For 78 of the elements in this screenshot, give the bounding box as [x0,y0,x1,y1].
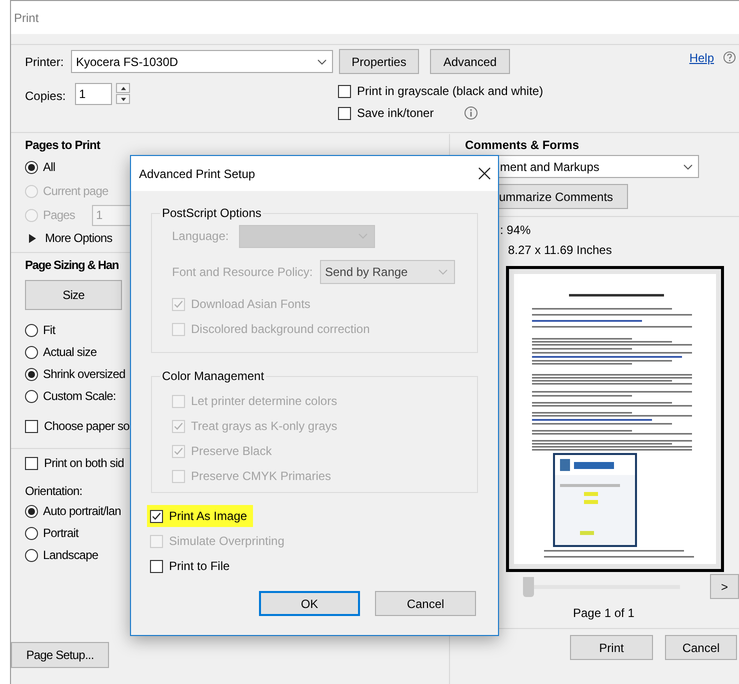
checkbox[interactable] [25,456,38,470]
group-title: Color Management [161,368,266,385]
chevron-down-icon [683,162,693,172]
section-title: Page Sizing & Han [25,257,118,274]
section-title: Comments & Forms [465,137,580,154]
page-setup-button[interactable]: Page Setup... [11,642,109,668]
checkbox-label: Print in grayscale (black and white) [357,83,544,100]
radio-label: All [43,159,56,176]
cancel-button[interactable]: Cancel [375,591,476,616]
size-button[interactable]: Size [25,280,122,310]
checkbox[interactable] [338,106,351,120]
triangle-up-icon [120,86,126,90]
info-icon[interactable] [464,106,478,120]
checkbox-label: Discolored background correction [191,321,370,338]
checkbox-label: Treat grays as K-only grays [191,418,338,435]
help-icon[interactable] [723,51,736,64]
field-label: Orientation: [25,483,84,500]
field-label: Language: [172,228,230,245]
checkbox[interactable] [150,510,163,522]
checkbox[interactable] [150,560,163,572]
scale-text: : 94% [500,222,531,237]
radio-button[interactable] [25,368,38,380]
radio-label: Shrink oversized [43,366,126,383]
checkbox-label: Print to File [169,558,230,575]
slider-thumb[interactable] [523,576,534,596]
copies-field[interactable]: 1 [75,83,112,105]
dialog-title: Advanced Print Setup [139,166,256,182]
next-page-button[interactable]: > [710,574,739,599]
checkbox-label: Preserve Black [191,443,272,460]
field-label: Printer: [25,54,65,70]
field-label: Copies: [25,88,67,105]
spin-down-button[interactable] [116,94,130,104]
radio-button[interactable] [25,390,38,402]
radio-label: Actual size [43,344,97,361]
paper-size-text: 8.27 x 11.69 Inches [508,242,612,259]
page-slider[interactable] [523,576,680,596]
close-button[interactable] [476,166,492,182]
ok-button[interactable]: OK [259,591,360,616]
section-title: Pages to Print [25,137,102,154]
print-button[interactable]: Print [570,635,653,660]
checkbox-label: Preserve CMYK Primaries [191,468,332,485]
spin-up-button[interactable] [116,83,130,93]
checkbox-label: Print As Image [169,508,248,525]
checkbox-label: Save ink/toner [357,105,434,122]
chevron-down-icon [317,56,327,66]
radio-label: Pages [43,207,76,224]
radio-label: Portrait [43,525,78,542]
printer-dropdown[interactable]: Kyocera FS-1030D [71,50,333,73]
advanced-button[interactable]: Advanced [430,49,510,74]
group-title: PostScript Options [161,205,262,222]
chevron-down-icon [438,267,448,277]
more-options-button[interactable]: More Options [25,227,112,249]
checkbox[interactable] [25,420,38,432]
field-label: Font and Resource Policy: [172,264,314,281]
checkbox[interactable] [338,84,351,98]
checkbox-label: Let printer determine colors [191,393,338,410]
radio-label: Landscape [43,547,98,564]
radio-button[interactable] [25,504,38,518]
help-link[interactable]: Help [689,48,714,66]
cancel-button[interactable]: Cancel [665,635,737,660]
checkbox-label: Print on both sid [44,455,124,472]
radio-label: Auto portrait/lan [43,503,121,520]
radio-button[interactable] [25,324,38,336]
triangle-down-icon [120,96,126,102]
radio-label: Current page [43,183,108,200]
page-count-text: Page 1 of 1 [573,605,634,622]
checkbox-label: Simulate Overprinting [169,533,284,550]
window-title: Print [14,10,39,26]
checkbox-label: Choose paper so [44,418,130,435]
radio-label: Fit [43,322,56,339]
radio-label: Custom Scale: [43,388,116,405]
radio-button[interactable] [25,548,38,562]
checkbox-label: Download Asian Fonts [191,296,310,313]
triangle-icon [29,234,36,242]
radio-button[interactable] [25,160,38,174]
radio-button[interactable] [25,526,38,540]
radio-button[interactable] [25,346,38,358]
properties-button[interactable]: Properties [339,49,419,74]
